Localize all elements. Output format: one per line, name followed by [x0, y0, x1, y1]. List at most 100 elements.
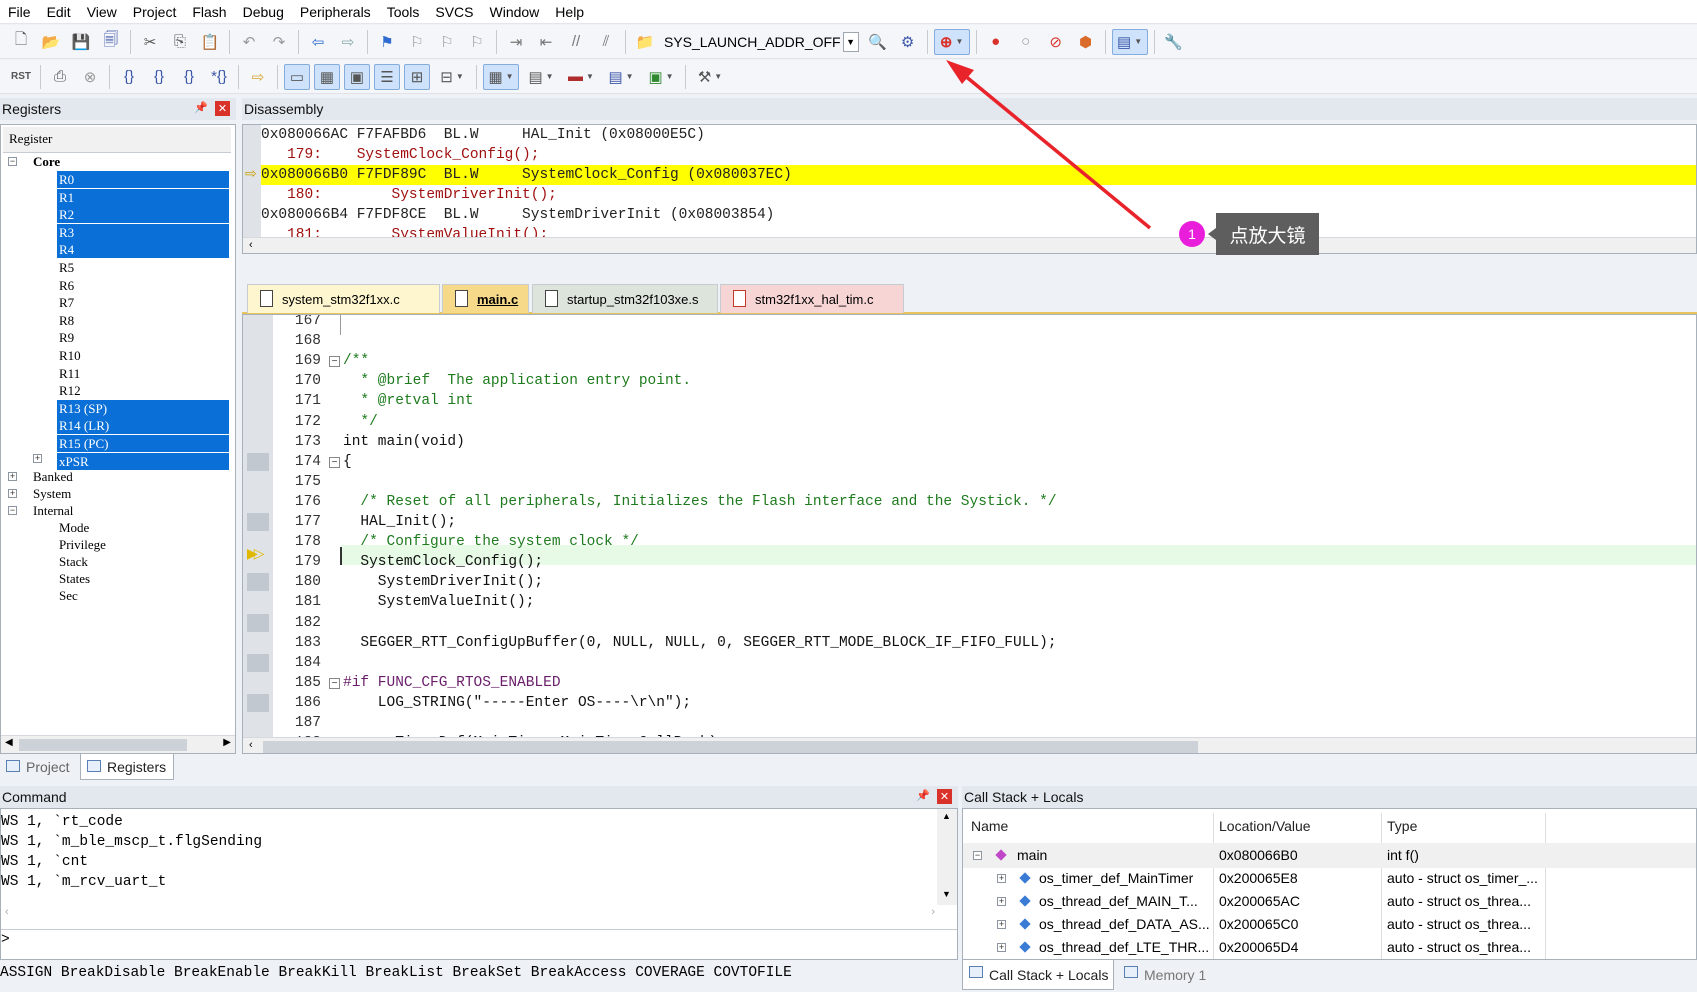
tab-call-stack-locals[interactable]: Call Stack + Locals	[962, 960, 1114, 990]
navigate-back-icon[interactable]: ⇦	[305, 29, 331, 55]
command-vscroll[interactable]: ▲ ▼	[937, 809, 957, 905]
tab-main-c[interactable]: main.c	[442, 284, 529, 313]
register-row[interactable]: R3	[57, 223, 229, 241]
tab-memory-1[interactable]: Memory 1	[1118, 960, 1218, 990]
window-layout-button[interactable]: ▤ ▼	[1111, 28, 1148, 55]
tab-project[interactable]: Project	[0, 754, 80, 780]
callstack-row[interactable]: + os_thread_def_DATA_AS... 0x200065C0 auto …	[963, 912, 1696, 937]
indent-icon[interactable]: ⇥	[503, 29, 529, 55]
tree-internal[interactable]: Internal	[33, 502, 73, 519]
undo-icon[interactable]: ↶	[236, 29, 262, 55]
register-row[interactable]: R5	[57, 259, 229, 276]
scroll-right-icon[interactable]: ▶	[223, 737, 231, 748]
run-to-cursor-icon[interactable]: *{}	[206, 64, 232, 90]
command-prompt[interactable]: >	[1, 930, 10, 950]
menu-tools[interactable]: Tools	[379, 4, 428, 20]
column-location-header[interactable]: Location/Value	[1219, 815, 1311, 837]
menu-peripherals[interactable]: Peripherals	[292, 4, 379, 20]
expand-icon[interactable]: +	[997, 920, 1006, 929]
expand-icon[interactable]: +	[997, 897, 1006, 906]
unindent-icon[interactable]: ⇤	[533, 29, 559, 55]
register-row[interactable]: R12	[57, 382, 229, 399]
breakpoint-slot[interactable]	[247, 513, 269, 531]
register-row[interactable]: R4	[57, 241, 229, 259]
tree-mode[interactable]: Mode	[59, 519, 89, 536]
step-over-icon[interactable]: {}	[146, 64, 172, 90]
collapse-internal-icon[interactable]: −	[8, 506, 17, 515]
register-row[interactable]: R13 (SP)	[57, 399, 229, 417]
tab-startup-stm32f103xe[interactable]: startup_stm32f103xe.s	[532, 284, 718, 313]
serial-windows-dropdown[interactable]: ▤ ▼	[523, 64, 559, 90]
command-hscroll[interactable]: ‹ ›	[1, 905, 939, 923]
scroll-down-icon[interactable]: ▼	[942, 889, 951, 899]
show-next-statement-icon[interactable]: ⇨	[245, 64, 271, 90]
bookmark-icon[interactable]: ⚑	[374, 29, 400, 55]
tree-core[interactable]: Core	[33, 153, 60, 170]
save-all-icon[interactable]: 🗐	[98, 29, 124, 55]
scroll-up-icon[interactable]: ▲	[942, 811, 951, 821]
collapse-core-icon[interactable]: −	[8, 157, 17, 166]
chevron-down-icon[interactable]: ▼	[842, 31, 859, 52]
run-icon[interactable]: ⎙	[47, 64, 73, 90]
step-into-icon[interactable]: {}	[116, 64, 142, 90]
register-row[interactable]: R8	[57, 312, 229, 329]
close-icon[interactable]: ✕	[937, 789, 952, 804]
clear-bookmarks-icon[interactable]: ⚐	[464, 29, 490, 55]
register-row[interactable]: R0	[57, 171, 229, 188]
menu-flash[interactable]: Flash	[184, 4, 234, 20]
scrollbar-thumb[interactable]	[263, 741, 1198, 753]
comment-icon[interactable]: //	[563, 29, 589, 55]
tab-registers[interactable]: Registers	[80, 754, 174, 780]
menu-svcs[interactable]: SVCS	[427, 4, 481, 20]
expand-banked-icon[interactable]: +	[8, 472, 17, 481]
register-row[interactable]: R14 (LR)	[57, 417, 229, 435]
insert-breakpoint-icon[interactable]: ●	[983, 29, 1009, 55]
fold-toggle-icon[interactable]: −	[329, 677, 340, 689]
prev-bookmark-icon[interactable]: ⚐	[404, 29, 430, 55]
tab-system-stm32f1xx[interactable]: system_stm32f1xx.c	[247, 284, 440, 313]
menu-project[interactable]: Project	[125, 4, 185, 20]
command-window-icon[interactable]: ▭	[284, 63, 310, 90]
incremental-find-icon[interactable]: ⚙	[895, 29, 921, 55]
code-editor[interactable]: ▶▷ 167 168 169 /** 170 * @brief The applicat…	[242, 314, 1697, 754]
column-name-header[interactable]: Name	[971, 815, 1008, 837]
cut-icon[interactable]: ✂	[137, 29, 163, 55]
callstack-row[interactable]: + os_timer_def_MainTimer 0x200065E8 auto - …	[963, 866, 1696, 891]
breakpoint-slot[interactable]	[247, 693, 269, 712]
register-row[interactable]: R6	[57, 277, 229, 294]
disable-breakpoints-icon[interactable]: ⊘	[1043, 29, 1069, 55]
trace-windows-dropdown[interactable]: ▤ ▼	[603, 64, 639, 90]
tree-stack[interactable]: Stack	[59, 553, 88, 570]
pin-icon[interactable]: 📌	[916, 789, 930, 802]
reset-icon[interactable]: RST	[8, 64, 34, 90]
step-out-icon[interactable]: {}	[176, 64, 202, 90]
paste-icon[interactable]: 📋	[197, 29, 223, 55]
breakpoint-gutter[interactable]	[243, 315, 273, 753]
registers-window-icon[interactable]: ☰	[374, 63, 400, 90]
callstack-row[interactable]: − main 0x080066B0 int f()	[963, 843, 1696, 868]
expand-xpsr-icon[interactable]: +	[33, 454, 42, 463]
disassembly-window-icon[interactable]: ▦	[314, 63, 340, 90]
command-window[interactable]: WS 1, `rt_code WS 1, `m_ble_mscp_t.flgSe…	[0, 808, 958, 960]
toolbox-dropdown[interactable]: ⚒ ▼	[692, 64, 728, 90]
breakpoint-slot[interactable]	[247, 573, 269, 592]
menu-edit[interactable]: Edit	[39, 4, 79, 20]
next-bookmark-icon[interactable]: ⚐	[434, 29, 460, 55]
register-row[interactable]: R15 (PC)	[57, 435, 229, 452]
symbols-window-icon[interactable]: ▣	[344, 63, 370, 90]
disassembly-window[interactable]: ⇨ 0x080066AC F7FAFBD6 BL.W HAL_Init (0x0…	[242, 124, 1697, 254]
copy-icon[interactable]: ⎘	[167, 29, 193, 55]
call-stack-window-icon[interactable]: ⊞	[404, 63, 430, 90]
watch-windows-dropdown[interactable]: ⊟ ▼	[434, 64, 470, 90]
register-row[interactable]: R11	[57, 365, 229, 382]
find-in-files-icon[interactable]: 📁	[632, 29, 658, 55]
configure-icon[interactable]: 🔧	[1161, 29, 1187, 55]
menu-file[interactable]: File	[0, 4, 39, 20]
column-type-header[interactable]: Type	[1387, 815, 1417, 837]
save-icon[interactable]: 💾	[68, 29, 94, 55]
scrollbar-thumb[interactable]	[19, 739, 187, 751]
register-row[interactable]: R7	[57, 294, 229, 311]
menu-help[interactable]: Help	[547, 4, 592, 20]
scroll-left-icon[interactable]: ‹	[249, 239, 253, 251]
tab-stm32f1xx-hal-tim[interactable]: stm32f1xx_hal_tim.c	[720, 284, 904, 313]
